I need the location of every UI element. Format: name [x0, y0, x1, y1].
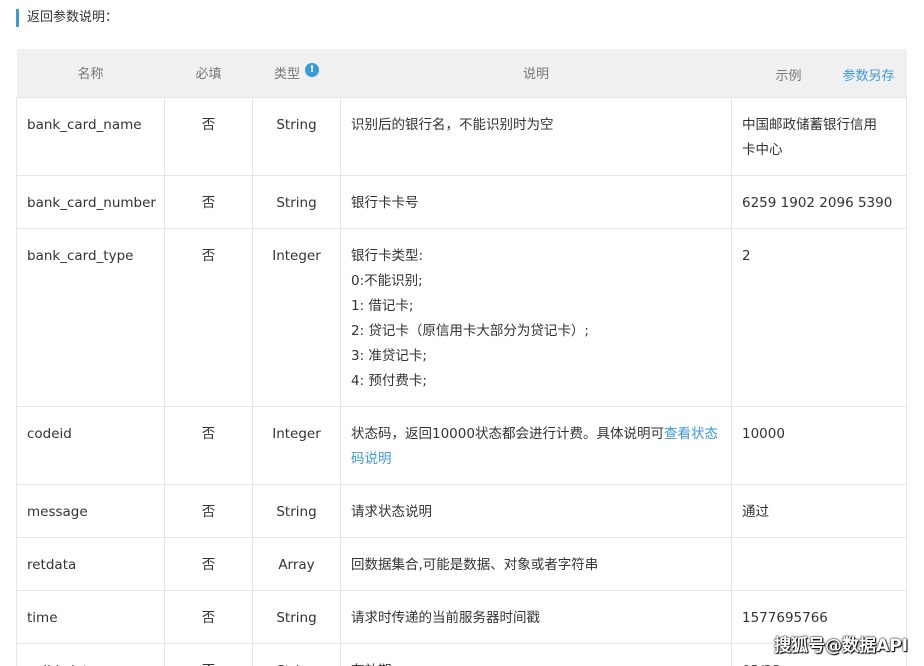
description-line: 1: 借记卡; [351, 297, 414, 314]
param-name: codeid [16, 405, 165, 485]
header-example: 示例 参数另存 [731, 49, 907, 97]
table-row: bank_card_number 否 String 银行卡卡号 6259 1902 20… [16, 174, 907, 229]
param-name: bank_card_name [16, 96, 165, 176]
header-name: 名称 [16, 49, 165, 97]
table-row: codeid 否 Integer 状态码，返回10000状态都会进行计费。具体说明可查… [16, 405, 907, 485]
save-params-link[interactable]: 参数另存 [842, 65, 894, 84]
example-line: 2 [742, 247, 751, 264]
table-row: valid_date否String 有效期 03/22 [16, 642, 907, 666]
param-type: String [252, 96, 341, 176]
param-required: 否 [164, 536, 253, 591]
description-line: 回数据集合,可能是数据、对象或者字符串 [351, 556, 599, 573]
param-type: Integer [252, 405, 341, 485]
param-name: time [16, 589, 165, 644]
param-description: 银行卡类型: 0:不能识别; 1: 借记卡; 2: 贷记卡（原信用卡大部分为贷记卡）;… [340, 227, 732, 407]
param-required: 否 [164, 589, 253, 644]
param-type: String [252, 589, 341, 644]
description-line: 有效期 [351, 659, 721, 666]
description-line: 0:不能识别; [351, 272, 423, 289]
param-type: String [252, 642, 341, 666]
param-type: Integer [252, 227, 341, 407]
param-required: 否 [164, 227, 253, 407]
table-header-row: 名称 必填 类型 ! 说明 示例 参数另存 [16, 49, 907, 97]
param-description: 识别后的银行名，不能识别时为空 [340, 96, 732, 176]
param-description: 有效期 [340, 642, 732, 666]
description-line: 银行卡卡号 [351, 194, 419, 211]
example-line: 03/22 [742, 659, 896, 666]
param-type: Array [252, 536, 341, 591]
param-required: 否 [164, 642, 253, 666]
description-line: 银行卡类型: [351, 247, 424, 264]
param-description: 状态码，返回10000状态都会进行计费。具体说明可查看状态码说明 [340, 405, 732, 485]
example-line: 通过 [742, 503, 769, 520]
param-description: 回数据集合,可能是数据、对象或者字符串 [340, 536, 732, 591]
description-line: 2: 贷记卡（原信用卡大部分为贷记卡）; [351, 322, 589, 339]
description-line: 3: 准贷记卡; [351, 347, 427, 364]
param-name: valid_date [16, 642, 165, 666]
param-example [731, 536, 907, 591]
description-line: 识别后的银行名，不能识别时为空 [351, 116, 554, 133]
param-description: 银行卡卡号 [340, 174, 732, 229]
example-line: 卡中心 [742, 141, 783, 158]
param-required: 否 [164, 96, 253, 176]
header-type: 类型 ! [252, 49, 341, 97]
param-description: 请求状态说明 [340, 483, 732, 538]
param-name: message [16, 483, 165, 538]
description-line: 请求状态说明 [351, 503, 432, 520]
param-name: bank_card_number [16, 174, 165, 229]
param-required: 否 [164, 405, 253, 485]
table-row: bank_card_type 否 Integer 银行卡类型: 0:不能识别; 1: 借记… [16, 227, 907, 407]
header-description: 说明 [340, 49, 732, 97]
param-example: 10000 [731, 405, 907, 485]
example-line: 1577695766 [742, 609, 828, 626]
info-icon[interactable]: ! [305, 62, 319, 77]
param-required: 否 [164, 483, 253, 538]
param-name: retdata [16, 536, 165, 591]
header-example-label: 示例 [775, 69, 802, 84]
param-example: 2 [731, 227, 907, 407]
table-row: retdata 否 Array 回数据集合,可能是数据、对象或者字符串 [16, 536, 907, 591]
header-type-label: 类型 [273, 67, 300, 83]
table-row: bank_card_name 否 String 识别后的银行名，不能识别时为空 中国邮政… [16, 96, 907, 176]
description-text: 状态码，返回10000状态都会进行计费。具体说明可 [351, 425, 664, 442]
param-example: 通过 [731, 483, 907, 538]
param-name: bank_card_type [16, 227, 165, 407]
header-required: 必填 [164, 49, 253, 97]
table-row: time 否 String 请求时传递的当前服务器时间戳 1577695766 [16, 589, 907, 644]
param-required: 否 [164, 174, 253, 229]
return-params-table: 名称 必填 类型 ! 说明 示例 参数另存 bank_card_name 否 Str… [16, 49, 907, 666]
param-type: String [252, 483, 341, 538]
description-line: 请求时传递的当前服务器时间戳 [351, 609, 540, 626]
param-type: String [252, 174, 341, 229]
example-line: 10000 [742, 425, 785, 442]
watermark: 搜狐号@数据API [774, 636, 908, 656]
param-description: 请求时传递的当前服务器时间戳 [340, 589, 732, 644]
table-row: message 否 String 请求状态说明 通过 [16, 483, 907, 538]
param-example: 6259 1902 2096 5390 [731, 174, 907, 229]
description-line: 4: 预付费卡; [351, 372, 427, 389]
example-line: 6259 1902 2096 5390 [742, 194, 893, 211]
example-line: 中国邮政储蓄银行信用 [742, 116, 877, 133]
section-title: 返回参数说明： [16, 9, 118, 27]
param-example: 中国邮政储蓄银行信用 卡中心 [731, 96, 907, 176]
